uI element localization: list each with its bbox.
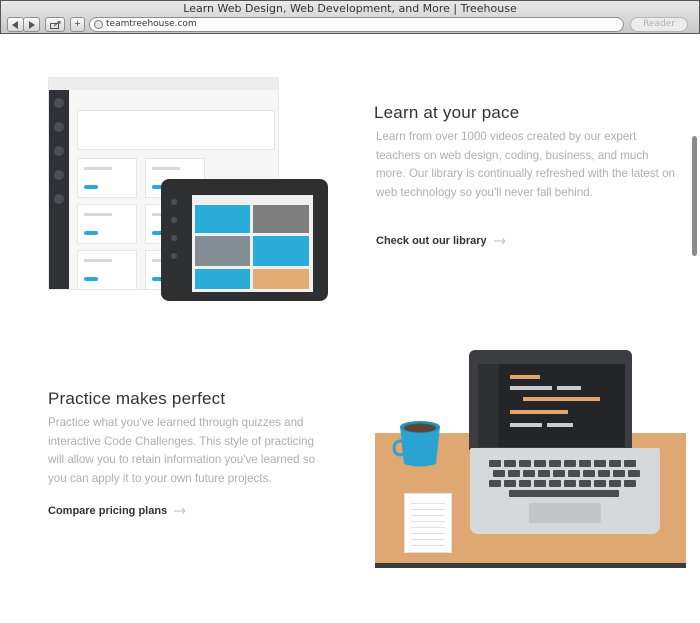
scrollbar-thumb[interactable]	[692, 136, 697, 256]
share-button[interactable]	[45, 17, 65, 32]
reader-button[interactable]: Reader	[630, 17, 688, 32]
tablet-illustration	[161, 179, 328, 301]
arrow-right-icon	[174, 507, 187, 515]
window-title: Learn Web Design, Web Development, and M…	[183, 2, 517, 15]
section-body-practice: Practice what you've learned through qui…	[48, 416, 316, 485]
laptop-trackpad	[529, 503, 601, 523]
address-bar[interactable]: teamtreehouse.com	[89, 17, 624, 32]
arrow-right-icon	[493, 237, 506, 245]
url-text: teamtreehouse.com	[106, 19, 197, 29]
section-heading-practice: Practice makes perfect	[48, 389, 226, 408]
back-button[interactable]	[7, 17, 24, 32]
browser-toolbar: Learn Web Design, Web Development, and M…	[0, 0, 700, 34]
app-sidebar	[49, 90, 69, 289]
forward-button[interactable]	[23, 17, 40, 32]
library-link[interactable]: Check out our library	[376, 235, 507, 247]
share-icon	[49, 21, 60, 29]
forward-icon	[29, 21, 35, 29]
pricing-link[interactable]: Compare pricing plans	[48, 505, 187, 517]
desk-edge	[375, 563, 686, 568]
laptop-screen	[478, 364, 625, 447]
section-heading-learn: Learn at your pace	[374, 103, 520, 122]
app-titlebar	[49, 78, 278, 90]
app-banner	[77, 110, 275, 150]
section-body-learn: Learn from over 1000 videos created by o…	[376, 130, 675, 199]
code-gutter	[478, 364, 499, 447]
library-link-label: Check out our library	[376, 235, 487, 247]
tablet-screen	[192, 195, 313, 292]
notepad-illustration	[404, 493, 452, 553]
globe-icon	[94, 20, 103, 29]
pricing-link-label: Compare pricing plans	[48, 505, 168, 517]
laptop-keyboard	[489, 460, 641, 500]
back-icon	[12, 21, 18, 29]
coffee-mug-icon	[392, 421, 440, 467]
new-tab-button[interactable]: +	[70, 17, 85, 32]
